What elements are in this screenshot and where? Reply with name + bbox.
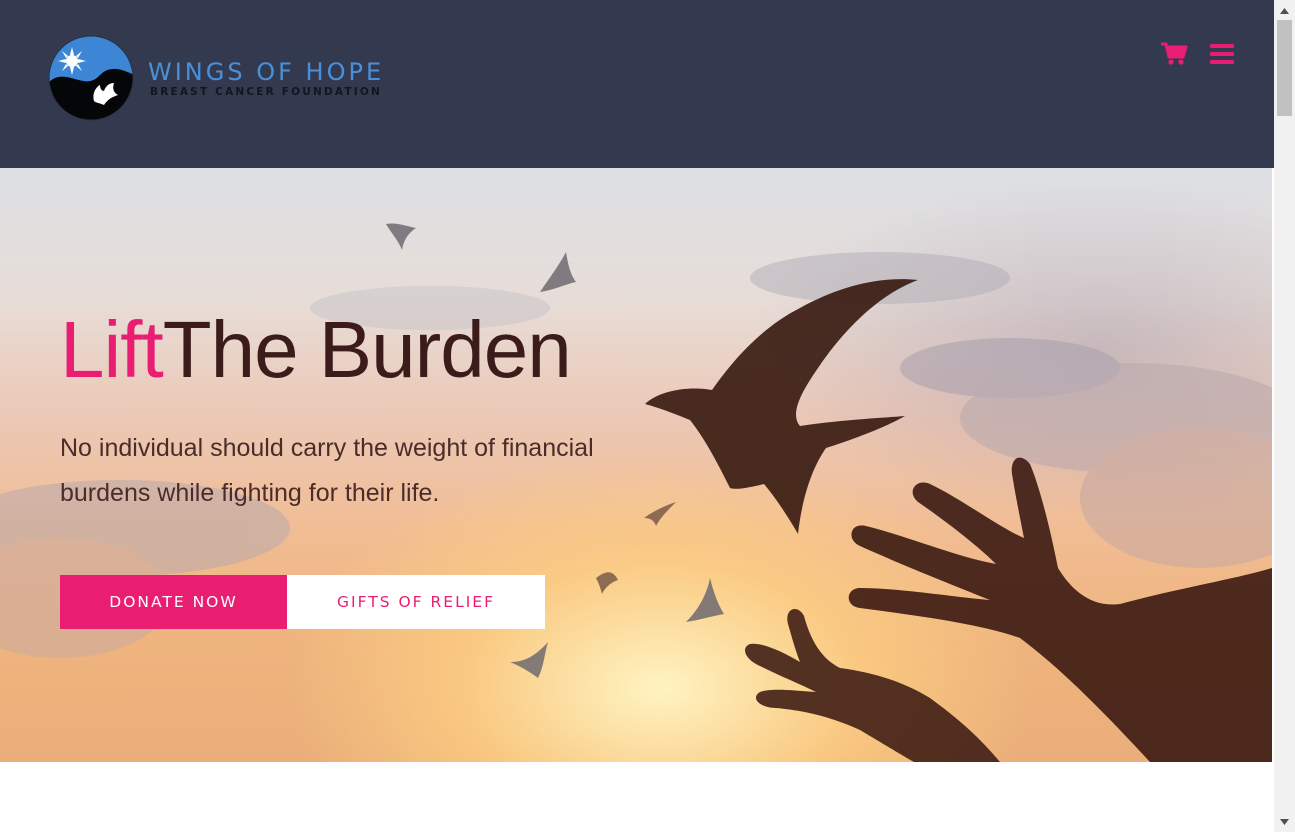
hero-title: LiftThe Burden <box>60 300 572 400</box>
header-actions <box>1160 40 1236 68</box>
menu-icon[interactable] <box>1208 40 1236 68</box>
scroll-up-arrow-icon[interactable] <box>1274 2 1295 19</box>
shopping-cart-icon[interactable] <box>1160 40 1188 68</box>
dove-silhouette <box>645 279 918 534</box>
logo-title: WINGS OF HOPE <box>148 58 385 86</box>
gifts-of-relief-button[interactable]: Gifts of Relief <box>287 575 545 629</box>
donate-now-button[interactable]: Donate Now <box>60 575 287 629</box>
logo-emblem <box>48 35 134 121</box>
sun-icon <box>58 47 86 75</box>
site-header: WINGS OF HOPE BREAST CANCER FOUNDATION <box>0 0 1274 168</box>
page: WINGS OF HOPE BREAST CANCER FOUNDATION L… <box>0 0 1295 832</box>
scroll-down-arrow-icon[interactable] <box>1274 813 1295 830</box>
hero-banner: LiftThe Burden No individual should carr… <box>0 168 1272 762</box>
logo-subtitle: BREAST CANCER FOUNDATION <box>150 86 383 98</box>
scrollbar-thumb[interactable] <box>1277 20 1292 116</box>
hero-description: No individual should carry the weight of… <box>60 434 594 507</box>
logo-text: WINGS OF HOPE BREAST CANCER FOUNDATION <box>148 59 384 99</box>
hero-title-rest: The Burden <box>162 305 572 394</box>
hero-buttons: Donate Now Gifts of Relief <box>60 575 545 629</box>
logo[interactable]: WINGS OF HOPE BREAST CANCER FOUNDATION <box>48 34 393 122</box>
vertical-scrollbar[interactable] <box>1274 0 1295 832</box>
hero-title-accent: Lift <box>60 305 164 394</box>
